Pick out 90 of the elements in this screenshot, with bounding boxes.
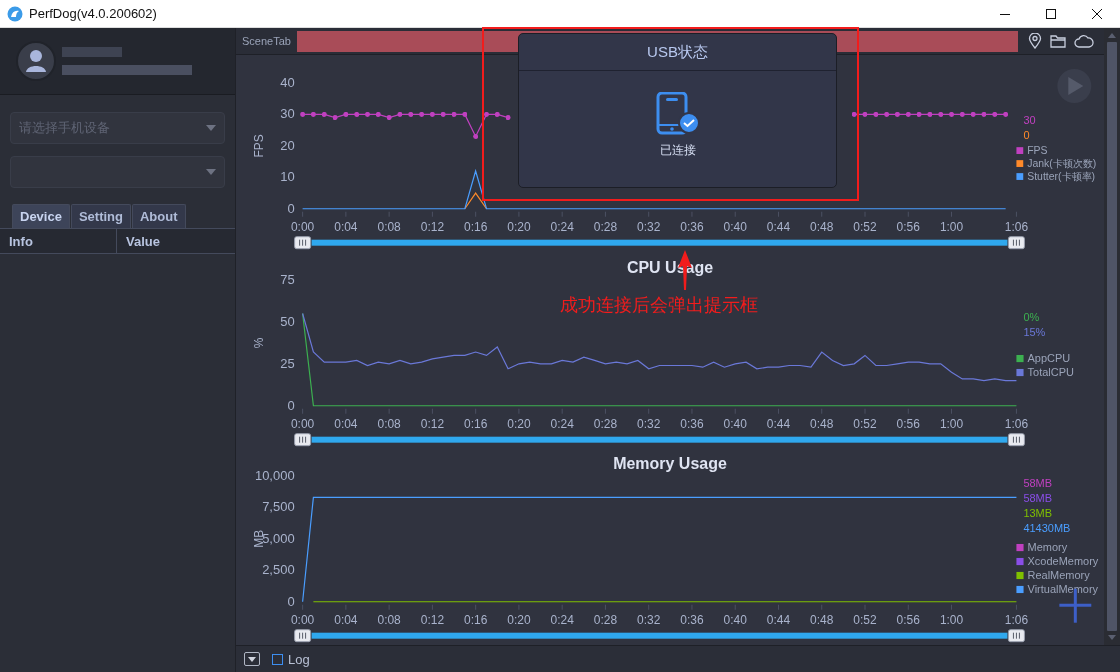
x-tick-label: 0:32 (637, 613, 661, 628)
current-value: 0% (1023, 310, 1040, 323)
x-tick-label: 0:44 (766, 219, 791, 234)
y-tick-label: 25 (280, 355, 295, 371)
y-tick-label: 10 (280, 169, 295, 185)
current-value: 0 (1023, 128, 1030, 141)
x-tick-label: 0:32 (637, 219, 661, 234)
x-tick-label: 0:12 (420, 613, 445, 628)
x-tick-label: 0:52 (853, 219, 877, 234)
x-tick-label: 0:40 (723, 613, 747, 628)
y-tick-label: 30 (280, 106, 295, 122)
x-tick-label: 0:00 (290, 219, 315, 234)
y-tick-label: 7,500 (262, 499, 295, 515)
x-tick-label: 0:28 (593, 219, 618, 234)
y-tick-label: 2,500 (262, 562, 295, 578)
y-tick-label: 0 (287, 594, 295, 610)
x-tick-label: 0:04 (334, 416, 358, 431)
x-tick-label: 0:56 (896, 416, 920, 431)
legend-label: FPS (1027, 145, 1048, 156)
y-tick-label: 75 (280, 271, 295, 287)
x-tick-label: 0:44 (766, 613, 791, 628)
x-tick-label: 1:00 (939, 613, 964, 628)
x-tick-label: 1:00 (939, 219, 964, 234)
x-tick-label: 0:20 (507, 416, 531, 431)
x-tick-label: 0:52 (853, 613, 877, 628)
window-title: PerfDog(v4.0.200602) (29, 6, 158, 21)
x-tick-label: 0:04 (334, 613, 358, 628)
legend-label: Jank(卡顿次数) (1027, 157, 1097, 169)
legend-label: XcodeMemory (1027, 555, 1099, 568)
chart-title: Memory Usage (613, 455, 727, 473)
x-tick-label: 0:28 (593, 613, 618, 628)
x-tick-label: 0:00 (290, 613, 315, 628)
x-tick-label: 0:56 (896, 219, 920, 234)
x-tick-label: 0:32 (637, 416, 661, 431)
x-tick-label: 0:48 (810, 613, 834, 628)
y-tick-label: 40 (280, 74, 295, 90)
legend-label: TotalCPU (1027, 365, 1074, 378)
annotation-note: 成功连接后会弹出提示框 (560, 294, 758, 317)
y-axis-label: FPS (251, 134, 266, 158)
x-tick-label: 0:40 (723, 219, 747, 234)
x-tick-label: 0:20 (507, 613, 531, 628)
current-value: 58MB (1023, 477, 1053, 490)
x-tick-label: 0:20 (507, 219, 531, 234)
x-tick-label: 0:44 (766, 416, 791, 431)
current-value: 15% (1023, 325, 1046, 338)
current-value: 13MB (1023, 507, 1053, 520)
x-tick-label: 0:24 (550, 219, 574, 234)
current-value: 30 (1023, 113, 1036, 126)
x-tick-label: 0:08 (377, 613, 401, 628)
x-tick-label: 0:16 (464, 613, 488, 628)
x-tick-label: 0:24 (550, 613, 574, 628)
x-tick-label: 0:48 (810, 219, 834, 234)
column-header: Value (125, 232, 160, 251)
current-value: 58MB (1023, 492, 1053, 505)
x-tick-label: 0:40 (723, 416, 747, 431)
legend-label: VirtualMemory (1027, 583, 1099, 596)
x-tick-label: 0:08 (377, 219, 401, 234)
x-tick-label: 0:16 (464, 219, 488, 234)
x-tick-label: 0:36 (680, 219, 704, 234)
x-tick-label: 0:48 (810, 416, 834, 431)
x-tick-label: 0:52 (853, 416, 877, 431)
x-tick-label: 0:12 (420, 219, 445, 234)
x-tick-label: 0:36 (680, 613, 704, 628)
legend-label: Stutter(卡顿率) (1027, 170, 1096, 182)
x-tick-label: 1:06 (1004, 613, 1029, 628)
x-tick-label: 1:06 (1004, 416, 1029, 431)
x-tick-label: 0:36 (680, 416, 704, 431)
current-value: 41430MB (1023, 522, 1071, 535)
y-axis-label: % (251, 337, 266, 348)
x-tick-label: 0:16 (464, 416, 488, 431)
legend-label: RealMemory (1027, 569, 1090, 582)
y-tick-label: 0 (287, 397, 295, 413)
column-header: Info (0, 229, 117, 253)
status-message: 已连接 (659, 142, 696, 159)
y-tick-label: 50 (280, 313, 295, 329)
legend-label: AppCPU (1027, 351, 1071, 364)
x-tick-label: 0:28 (593, 416, 618, 431)
x-tick-label: 0:56 (896, 613, 920, 628)
legend-label: Memory (1027, 541, 1068, 554)
x-tick-label: 0:24 (550, 416, 574, 431)
y-tick-label: 0 (287, 200, 295, 216)
x-tick-label: 0:08 (377, 416, 401, 431)
x-tick-label: 1:00 (939, 416, 964, 431)
x-tick-label: 1:06 (1004, 219, 1029, 234)
dialog-title: USB状态 (519, 34, 836, 71)
y-tick-label: 10,000 (254, 468, 295, 484)
x-tick-label: 0:04 (334, 219, 358, 234)
x-tick-label: 0:00 (290, 416, 315, 431)
y-tick-label: 20 (280, 137, 295, 153)
x-tick-label: 0:12 (420, 416, 445, 431)
